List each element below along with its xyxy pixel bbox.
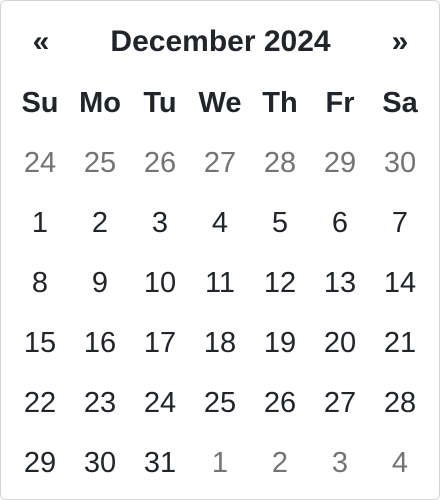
- day-cell[interactable]: 31: [130, 433, 190, 493]
- day-cell[interactable]: 2: [70, 193, 130, 253]
- day-cell[interactable]: 15: [10, 313, 70, 373]
- day-cell[interactable]: 26: [250, 373, 310, 433]
- day-cell[interactable]: 27: [310, 373, 370, 433]
- day-cell[interactable]: 4: [190, 193, 250, 253]
- day-cell[interactable]: 10: [130, 253, 190, 313]
- week-row: 1 2 3 4 5 6 7: [10, 193, 430, 253]
- day-cell[interactable]: 8: [10, 253, 70, 313]
- day-cell-other-month[interactable]: 29: [310, 133, 370, 193]
- day-cell-other-month[interactable]: 1: [190, 433, 250, 493]
- week-row: 15 16 17 18 19 20 21: [10, 313, 430, 373]
- next-month-button[interactable]: »: [370, 13, 430, 73]
- day-cell[interactable]: 9: [70, 253, 130, 313]
- previous-month-button[interactable]: «: [11, 13, 71, 73]
- day-cell-other-month[interactable]: 25: [70, 133, 130, 193]
- day-cell-other-month[interactable]: 4: [370, 433, 430, 493]
- week-row: 22 23 24 25 26 27 28: [10, 373, 430, 433]
- day-cell[interactable]: 23: [70, 373, 130, 433]
- weekday-label: Th: [262, 87, 298, 119]
- day-cell-other-month[interactable]: 27: [190, 133, 250, 193]
- day-cell[interactable]: 29: [10, 433, 70, 493]
- month-year-title[interactable]: December 2024: [71, 13, 370, 73]
- day-cell[interactable]: 17: [130, 313, 190, 373]
- weekday-label: Tu: [143, 87, 177, 119]
- day-cell[interactable]: 21: [370, 313, 430, 373]
- day-cell-other-month[interactable]: 3: [310, 433, 370, 493]
- day-cell[interactable]: 6: [310, 193, 370, 253]
- day-cell[interactable]: 1: [10, 193, 70, 253]
- day-cell-other-month[interactable]: 26: [130, 133, 190, 193]
- day-cell[interactable]: 18: [190, 313, 250, 373]
- day-cell-other-month[interactable]: 2: [250, 433, 310, 493]
- weekday-label: Fr: [325, 87, 355, 119]
- weekday-label: We: [198, 87, 242, 119]
- day-cell-other-month[interactable]: 28: [250, 133, 310, 193]
- day-cell[interactable]: 14: [370, 253, 430, 313]
- date-picker: « December 2024 » Su Mo Tu We Th Fr Sa 2…: [0, 0, 440, 500]
- day-cell[interactable]: 7: [370, 193, 430, 253]
- day-cell[interactable]: 5: [250, 193, 310, 253]
- weekday-label: Su: [21, 87, 59, 119]
- day-cell[interactable]: 12: [250, 253, 310, 313]
- day-cell[interactable]: 30: [70, 433, 130, 493]
- week-row: 29 30 31 1 2 3 4: [10, 433, 430, 493]
- weekday-label: Mo: [79, 87, 121, 119]
- day-cell[interactable]: 20: [310, 313, 370, 373]
- day-cell[interactable]: 19: [250, 313, 310, 373]
- day-cell[interactable]: 13: [310, 253, 370, 313]
- weekday-label: Sa: [382, 87, 418, 119]
- day-cell[interactable]: 24: [130, 373, 190, 433]
- week-row: 24 25 26 27 28 29 30: [10, 133, 430, 193]
- day-cell[interactable]: 22: [10, 373, 70, 433]
- day-cell[interactable]: 16: [70, 313, 130, 373]
- calendar-grid: Su Mo Tu We Th Fr Sa 24 25 26 27 28 29 3…: [10, 73, 430, 493]
- day-cell[interactable]: 28: [370, 373, 430, 433]
- day-cell[interactable]: 25: [190, 373, 250, 433]
- day-cell[interactable]: 11: [190, 253, 250, 313]
- calendar-header: « December 2024 »: [1, 13, 439, 73]
- day-cell-other-month[interactable]: 24: [10, 133, 70, 193]
- week-row: 8 9 10 11 12 13 14: [10, 253, 430, 313]
- day-cell-other-month[interactable]: 30: [370, 133, 430, 193]
- weekday-header-row: Su Mo Tu We Th Fr Sa: [10, 73, 430, 133]
- day-cell[interactable]: 3: [130, 193, 190, 253]
